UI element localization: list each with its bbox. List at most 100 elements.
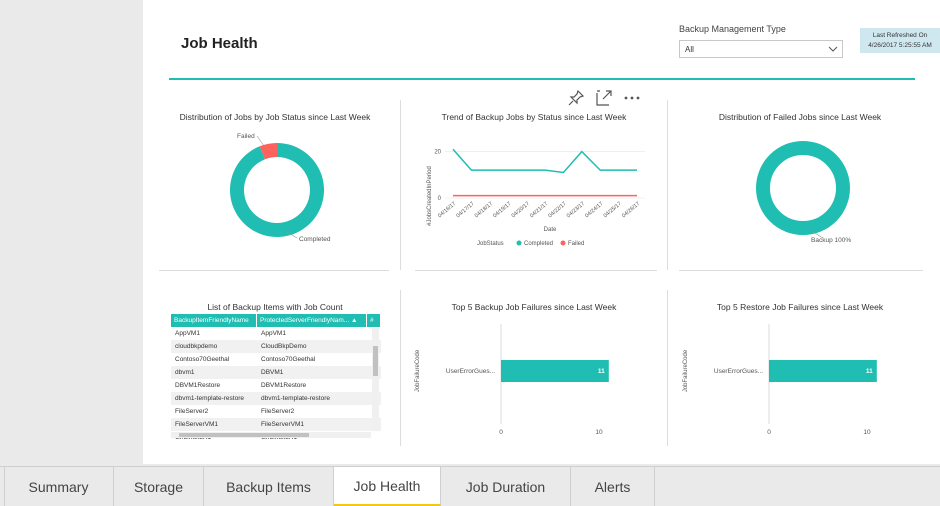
bar1-chart[interactable]: JobFailureCode UserErrorGues... 11 0 10 <box>405 316 663 442</box>
divider <box>679 270 923 271</box>
legend-marker-failed <box>560 240 566 246</box>
x-tick-label: 04/16/17 <box>437 201 457 219</box>
x-tick-label: 04/21/17 <box>529 201 549 219</box>
table-row[interactable]: dbvm1 DBVM1 <box>171 366 381 379</box>
tab-storage[interactable]: Storage <box>114 467 204 506</box>
legend-marker-completed <box>516 240 522 246</box>
last-refreshed-card: Last Refreshed On 4/26/2017 5:25:55 AM <box>860 28 940 53</box>
table-row[interactable]: FileServer2 FileServer2 <box>171 405 381 418</box>
table-row[interactable]: dbvm1-template-restore dbvm1-template-res… <box>171 392 381 405</box>
x-tick-label: 04/20/17 <box>511 201 531 219</box>
scroll-thumb[interactable] <box>179 433 309 437</box>
tab-job-duration[interactable]: Job Duration <box>441 467 571 506</box>
table-cell: FileServer2 <box>261 408 295 415</box>
table-body: AppVM1 AppVM1 cloudbkpdemo CloudBkpDemo Cont… <box>171 327 381 440</box>
table-row[interactable]: Contoso70Geethal Contoso70Geethal <box>171 353 381 366</box>
donut2-slice-backup[interactable] <box>756 141 850 235</box>
tab-backup-items[interactable]: Backup Items <box>204 467 334 506</box>
divider <box>415 270 657 271</box>
divider <box>667 290 668 446</box>
sort-ascending-icon: ▲ <box>351 317 358 324</box>
column-header[interactable]: # <box>367 314 381 327</box>
table-cell: DBVM1Restore <box>261 382 307 389</box>
table-cell: Contoso70Geethal <box>175 356 230 363</box>
table-row[interactable]: AppVM1 AppVM1 <box>171 327 381 340</box>
table-header: BackupItemFriendlyName ProtectedServerFr… <box>171 314 381 327</box>
divider <box>400 290 401 446</box>
x-tick-label: 10 <box>863 429 871 436</box>
table-vertical-scrollbar[interactable] <box>372 328 379 430</box>
table-row[interactable]: cloudbkpdemo CloudBkpDemo <box>171 340 381 353</box>
donut1-title: Distribution of Jobs by Job Status since… <box>179 112 371 122</box>
column-header[interactable]: BackupItemFriendlyName <box>171 314 257 327</box>
table-row[interactable]: FileServerVM1 FileServerVM1 <box>171 418 381 431</box>
y-tick-label: 0 <box>438 196 442 202</box>
table-title: List of Backup Items with Job Count <box>207 302 343 312</box>
x-tick-label: 04/24/17 <box>584 201 604 219</box>
divider <box>159 270 389 271</box>
trend-legend-title: JobStatus <box>477 241 504 247</box>
table-cell: dbvm1 <box>175 369 195 376</box>
category-label: UserErrorGues... <box>446 368 495 375</box>
more-options-icon[interactable] <box>623 94 641 102</box>
page-title: Job Health <box>181 35 258 52</box>
table-row[interactable]: DBVM1Restore DBVM1Restore <box>171 379 381 392</box>
backup-management-type-dropdown[interactable]: All <box>679 40 843 58</box>
bar2-chart[interactable]: JobFailureCode UserErrorGues... 11 0 10 <box>673 316 927 442</box>
pin-icon[interactable] <box>567 89 585 107</box>
x-tick-label: 04/19/17 <box>492 201 512 219</box>
tab-summary[interactable]: Summary <box>4 467 114 506</box>
bar1-y-axis-label: JobFailureCode <box>415 349 421 392</box>
divider <box>4 467 5 506</box>
header-divider <box>169 78 915 80</box>
trend-title: Trend of Backup Jobs by Status since Las… <box>441 112 627 122</box>
table-horizontal-scrollbar[interactable] <box>171 432 371 438</box>
focus-mode-icon[interactable] <box>595 89 613 107</box>
donut2-label: Backup 100% <box>811 237 851 244</box>
x-tick-label: 04/26/17 <box>621 201 641 219</box>
x-tick-label: 0 <box>767 429 771 436</box>
legend-completed: Completed <box>524 241 553 247</box>
series-line-completed[interactable] <box>452 148 637 174</box>
donut2-title: Distribution of Failed Jobs since Last W… <box>718 112 882 122</box>
refresh-label: Last Refreshed On <box>872 32 928 39</box>
table-cell: dbvm1-template-restore <box>261 395 330 402</box>
table-cell: FileServerVM1 <box>175 421 218 428</box>
table-cell: Contoso70Geethal <box>261 356 316 363</box>
donut2-chart[interactable]: Backup 100% <box>673 124 927 264</box>
x-tick-label: 0 <box>499 429 503 436</box>
x-tick-label: 04/25/17 <box>603 201 623 219</box>
donut1-label-failed: Failed <box>237 133 255 140</box>
data-label: 11 <box>866 368 873 375</box>
report-page-tabs: Summary Storage Backup Items Job Health Job … <box>0 466 940 506</box>
donut1-chart[interactable]: Failed Completed <box>159 124 391 264</box>
bar2-title: Top 5 Restore Job Failures since Last We… <box>716 302 884 312</box>
table-cell: cloudbkpdemo <box>175 343 218 350</box>
legend-failed: Failed <box>568 241 584 247</box>
tab-alerts[interactable]: Alerts <box>571 467 655 506</box>
x-tick-label: 04/18/17 <box>474 201 494 219</box>
scroll-thumb[interactable] <box>373 346 378 376</box>
table-cell: DBVM1Restore <box>175 382 221 389</box>
donut1-slice-completed[interactable] <box>229 143 324 237</box>
column-header[interactable]: ProtectedServerFriendlyNam... ▲ <box>257 314 367 327</box>
divider <box>400 100 401 270</box>
bar2-bar[interactable] <box>769 360 877 382</box>
table-cell: FileServer2 <box>175 408 209 415</box>
x-tick-label: 04/23/17 <box>566 201 586 219</box>
tab-job-health[interactable]: Job Health <box>334 467 441 506</box>
trend-chart[interactable]: #JobsCreatedInPeriod 0 20 04/16/1704/17/1… <box>405 124 663 260</box>
category-label: UserErrorGues... <box>714 368 763 375</box>
x-tick-label: 04/22/17 <box>547 201 567 219</box>
bar1-title: Top 5 Backup Job Failures since Last Wee… <box>451 302 617 312</box>
report-canvas: Job Health Backup Management Type All La… <box>143 0 940 464</box>
bar1-bar[interactable] <box>501 360 609 382</box>
table-cell: DBVM1 <box>261 369 284 376</box>
data-label: 11 <box>598 368 605 375</box>
chevron-down-icon <box>828 46 838 52</box>
x-tick-label: 10 <box>595 429 603 436</box>
backup-items-table[interactable]: BackupItemFriendlyName ProtectedServerFr… <box>171 314 381 440</box>
bar2-y-axis-label: JobFailureCode <box>683 349 689 392</box>
table-cell: dbvm1-template-restore <box>175 395 244 402</box>
table-cell: FileServerVM1 <box>261 421 304 428</box>
